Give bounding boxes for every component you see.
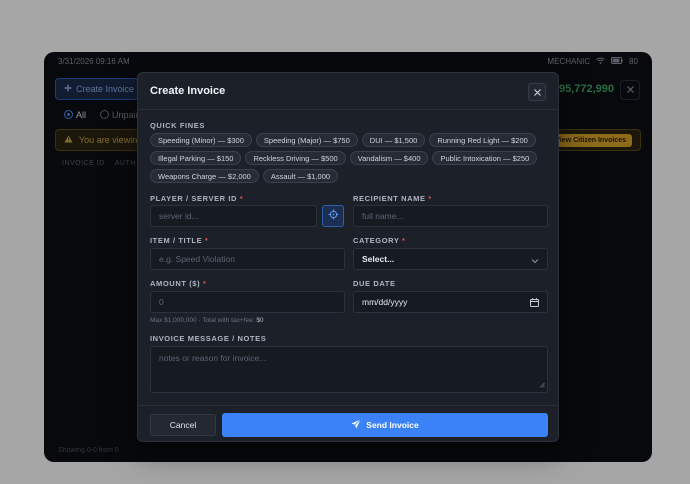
recipient-name-input[interactable]: full name... [353,205,548,227]
due-date-input[interactable]: mm/dd/yyyy [353,291,548,313]
close-icon [533,83,541,101]
cancel-button[interactable]: Cancel [150,414,216,436]
notes-label: INVOICE MESSAGE / NOTES [150,334,267,343]
amount-hint: Max $1,000,000 · Total with tax+fee: $0 [150,317,264,324]
required-mark: * [428,194,432,203]
modal-footer: Cancel Send Invoice [138,405,558,443]
quick-fines-row: Illegal Parking — $150 Reckless Driving … [150,151,550,165]
required-mark: * [402,236,406,245]
quick-fines-row: Weapons Charge — $2,000 Assault — $1,000 [150,169,550,183]
item-title-label-text: ITEM / TITLE [150,236,203,245]
quick-fines-list: Speeding (Minor) — $300 Speeding (Major)… [150,133,550,187]
quick-fine-reckless-driving[interactable]: Reckless Driving — $500 [245,151,346,165]
modal-close-button[interactable] [528,83,546,101]
chevron-down-icon [531,256,539,266]
notes-textarea[interactable]: notes or reason for invoice... [150,346,548,393]
amount-label: AMOUNT ($) * [150,279,206,288]
amount-placeholder: 0 [159,297,164,307]
required-mark: * [239,194,244,203]
item-title-label: ITEM / TITLE * [150,236,208,245]
crosshair-icon [328,207,339,225]
quick-fine-vandalism[interactable]: Vandalism — $400 [349,151,429,165]
category-label-text: CATEGORY [353,236,400,245]
quick-fine-speeding-major[interactable]: Speeding (Major) — $750 [255,133,358,147]
required-mark: * [204,236,209,245]
recipient-name-label-text: RECIPIENT NAME [353,194,426,203]
quick-fine-dui[interactable]: DUI — $1,500 [361,133,426,147]
player-id-label-text: PLAYER / SERVER ID [150,194,238,203]
recipient-name-placeholder: full name... [362,211,404,221]
send-icon [351,419,362,431]
due-date-label: DUE DATE [353,279,396,288]
modal-header: Create Invoice [138,73,558,110]
player-id-placeholder: server id... [159,211,199,221]
category-label: CATEGORY * [353,236,406,245]
quick-fine-weapons-charge[interactable]: Weapons Charge — $2,000 [150,169,259,183]
quick-fines-label: QUICK FINES [150,121,205,130]
amount-hint-text: Max $1,000,000 · Total with tax+fee: [150,317,255,324]
recipient-name-label: RECIPIENT NAME * [353,194,432,203]
item-title-input[interactable]: e.g. Speed Violation [150,248,345,270]
quick-fines-row: Speeding (Minor) — $300 Speeding (Major)… [150,133,550,147]
amount-hint-total: $0 [256,317,264,324]
send-invoice-button[interactable]: Send Invoice [222,413,548,437]
quick-fine-illegal-parking[interactable]: Illegal Parking — $150 [150,151,242,165]
calendar-icon[interactable] [530,298,539,309]
amount-label-text: AMOUNT ($) [150,279,201,288]
amount-input[interactable]: 0 [150,291,345,313]
modal-title: Create Invoice [150,85,226,97]
category-select[interactable]: Select... [353,248,548,270]
notes-placeholder: notes or reason for invoice... [159,353,267,363]
player-id-label: PLAYER / SERVER ID * [150,194,243,203]
resize-icon[interactable] [539,380,545,390]
nearest-player-button[interactable] [322,205,344,227]
quick-fine-red-light[interactable]: Running Red Light — $200 [429,133,536,147]
player-id-input[interactable]: server id... [150,205,317,227]
required-mark: * [202,279,207,288]
create-invoice-modal: Create Invoice QUICK FINES Speeding (Min… [137,72,559,442]
quick-fine-public-intoxication[interactable]: Public Intoxication — $250 [432,151,538,165]
item-title-placeholder: e.g. Speed Violation [159,254,235,264]
quick-fine-assault[interactable]: Assault — $1,000 [262,169,339,183]
category-value: Select... [362,254,395,264]
quick-fine-speeding-minor[interactable]: Speeding (Minor) — $300 [150,133,252,147]
due-date-value: mm/dd/yyyy [362,297,408,307]
send-invoice-label: Send Invoice [366,420,419,430]
